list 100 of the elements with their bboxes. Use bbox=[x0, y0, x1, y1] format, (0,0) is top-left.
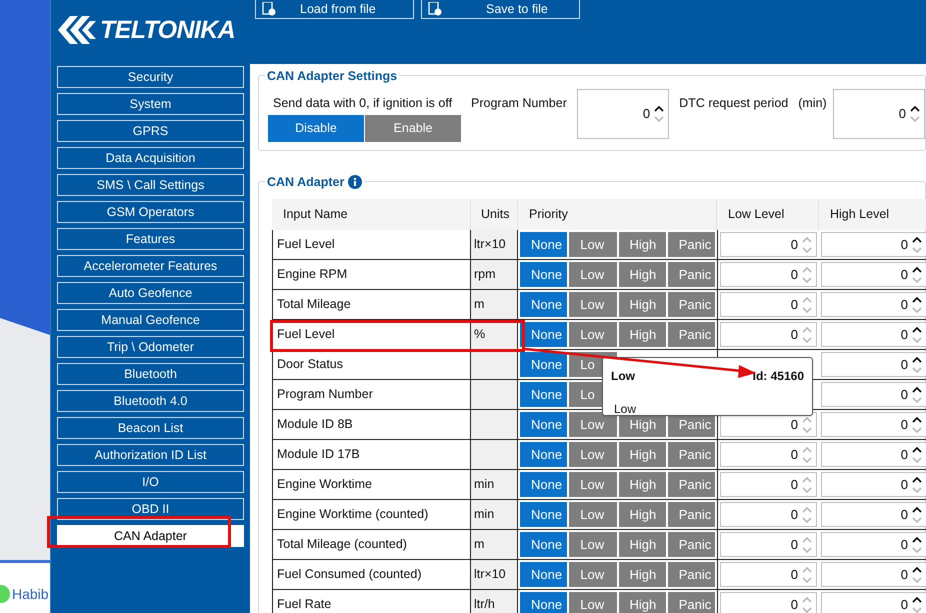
number-field[interactable]: 0 bbox=[821, 472, 926, 497]
sidebar-item[interactable]: Auto Geofence bbox=[57, 282, 244, 304]
priority-option[interactable]: None bbox=[520, 322, 568, 347]
priority-option[interactable]: None bbox=[520, 352, 568, 377]
priority-option[interactable]: High bbox=[618, 442, 666, 467]
sidebar-item[interactable]: Security bbox=[57, 66, 244, 88]
priority-option[interactable]: High bbox=[618, 592, 666, 613]
priority-option[interactable]: Low bbox=[569, 232, 616, 257]
priority-option[interactable]: Low bbox=[569, 442, 616, 467]
sidebar-item[interactable]: Authorization ID List bbox=[57, 444, 244, 466]
priority-option[interactable]: Panic bbox=[668, 472, 715, 497]
number-field[interactable]: 0 bbox=[821, 502, 926, 527]
number-field[interactable]: 0 bbox=[821, 562, 926, 587]
priority-option[interactable]: None bbox=[520, 412, 568, 437]
priority-option[interactable]: Panic bbox=[668, 292, 715, 317]
priority-option[interactable]: Panic bbox=[668, 502, 715, 527]
priority-option[interactable]: High bbox=[618, 292, 666, 317]
priority-option[interactable]: Low bbox=[569, 532, 616, 557]
priority-option[interactable]: Low bbox=[569, 472, 616, 497]
priority-option[interactable]: None bbox=[520, 562, 568, 587]
priority-option[interactable]: None bbox=[520, 292, 568, 317]
user-name[interactable]: Habib bbox=[12, 585, 49, 603]
number-field[interactable]: 0 bbox=[720, 532, 817, 557]
number-field[interactable]: 0 bbox=[720, 442, 817, 467]
number-field[interactable]: 0 bbox=[720, 292, 817, 317]
priority-option[interactable]: Panic bbox=[668, 322, 715, 347]
number-field[interactable]: 0 bbox=[821, 592, 926, 613]
number-field[interactable]: 0 bbox=[821, 532, 926, 557]
table-cell: Fuel Consumed (counted) bbox=[272, 560, 471, 590]
priority-option[interactable]: None bbox=[520, 472, 568, 497]
sidebar-item[interactable]: CAN Adapter bbox=[57, 525, 244, 547]
priority-option[interactable]: High bbox=[618, 502, 666, 527]
number-field[interactable]: 0 bbox=[821, 322, 926, 347]
priority-option[interactable]: Low bbox=[569, 292, 616, 317]
number-field[interactable]: 0 bbox=[821, 292, 926, 317]
priority-option[interactable]: High bbox=[618, 532, 666, 557]
number-field[interactable]: 0 bbox=[720, 262, 817, 287]
priority-option[interactable]: None bbox=[520, 532, 568, 557]
number-field[interactable]: 0 bbox=[720, 562, 817, 587]
sidebar-item[interactable]: Bluetooth 4.0 bbox=[57, 390, 244, 412]
priority-option[interactable]: None bbox=[520, 382, 568, 407]
column-header: Input Name bbox=[272, 199, 471, 230]
table-cell: ltr×10 bbox=[471, 560, 518, 590]
number-field[interactable]: 0 bbox=[821, 412, 926, 437]
table-cell: m bbox=[471, 290, 518, 320]
sidebar-item[interactable]: Beacon List bbox=[57, 417, 244, 439]
table-cell: ltr/h bbox=[471, 590, 518, 613]
priority-option[interactable]: Low bbox=[569, 502, 616, 527]
table-cell: Engine RPM bbox=[272, 260, 471, 290]
priority-option[interactable]: Low bbox=[569, 562, 616, 587]
priority-option[interactable]: Panic bbox=[668, 262, 715, 287]
priority-option[interactable]: Low bbox=[569, 412, 616, 437]
priority-option[interactable]: None bbox=[520, 442, 568, 467]
priority-option[interactable]: High bbox=[618, 262, 666, 287]
priority-option[interactable]: High bbox=[618, 472, 666, 497]
priority-option[interactable]: Low bbox=[569, 592, 616, 613]
sidebar-item[interactable]: GSM Operators bbox=[57, 201, 244, 223]
number-field[interactable]: 0 bbox=[821, 442, 926, 467]
number-field[interactable]: 0 bbox=[832, 89, 925, 139]
sidebar-item[interactable]: I/O bbox=[57, 471, 244, 493]
toolbar-button[interactable]: Load from file bbox=[255, 0, 414, 19]
sidebar-item[interactable]: Accelerometer Features bbox=[57, 255, 244, 277]
number-field[interactable]: 0 bbox=[720, 472, 817, 497]
priority-option[interactable]: Panic bbox=[668, 562, 715, 587]
sidebar-item[interactable]: Features bbox=[57, 228, 244, 250]
sidebar-item[interactable]: Bluetooth bbox=[57, 363, 244, 385]
priority-option[interactable]: Panic bbox=[668, 442, 715, 467]
table-cell: Fuel Level bbox=[272, 230, 471, 260]
number-field[interactable]: 0 bbox=[821, 262, 926, 287]
priority-option[interactable]: High bbox=[618, 322, 666, 347]
number-field[interactable]: 0 bbox=[821, 382, 926, 407]
number-field[interactable]: 0 bbox=[720, 322, 817, 347]
number-field[interactable]: 0 bbox=[720, 232, 817, 257]
field-label: Program Number bbox=[471, 95, 567, 112]
number-field[interactable]: 0 bbox=[821, 232, 926, 257]
number-field[interactable]: 0 bbox=[720, 502, 817, 527]
sidebar-item[interactable]: Trip \ Odometer bbox=[57, 336, 244, 358]
sidebar-item[interactable]: System bbox=[57, 93, 244, 115]
priority-option[interactable]: Panic bbox=[668, 592, 715, 613]
priority-option[interactable]: Low bbox=[569, 262, 616, 287]
toolbar-button[interactable]: Save to file bbox=[421, 0, 580, 19]
number-field[interactable]: 0 bbox=[821, 352, 926, 377]
number-field[interactable]: 0 bbox=[720, 592, 817, 613]
sidebar-item[interactable]: Data Acquisition bbox=[57, 147, 244, 169]
priority-option[interactable]: Panic bbox=[668, 532, 715, 557]
priority-option[interactable]: None bbox=[520, 502, 568, 527]
priority-option[interactable]: High bbox=[618, 562, 666, 587]
priority-option[interactable]: Low bbox=[569, 322, 616, 347]
sidebar-item[interactable]: SMS \ Call Settings bbox=[57, 174, 244, 196]
priority-option[interactable]: Panic bbox=[668, 232, 715, 257]
priority-option[interactable]: High bbox=[618, 232, 666, 257]
priority-option[interactable]: None bbox=[520, 592, 568, 613]
priority-option[interactable]: None bbox=[520, 232, 568, 257]
number-field[interactable]: 0 bbox=[576, 89, 670, 139]
toggle-option[interactable]: Enable bbox=[365, 115, 461, 142]
sidebar-item[interactable]: GPRS bbox=[57, 120, 244, 142]
toggle-option[interactable]: Disable bbox=[268, 115, 364, 142]
priority-option[interactable]: None bbox=[520, 262, 568, 287]
sidebar-item[interactable]: Manual Geofence bbox=[57, 309, 244, 331]
info-icon[interactable] bbox=[348, 175, 362, 190]
